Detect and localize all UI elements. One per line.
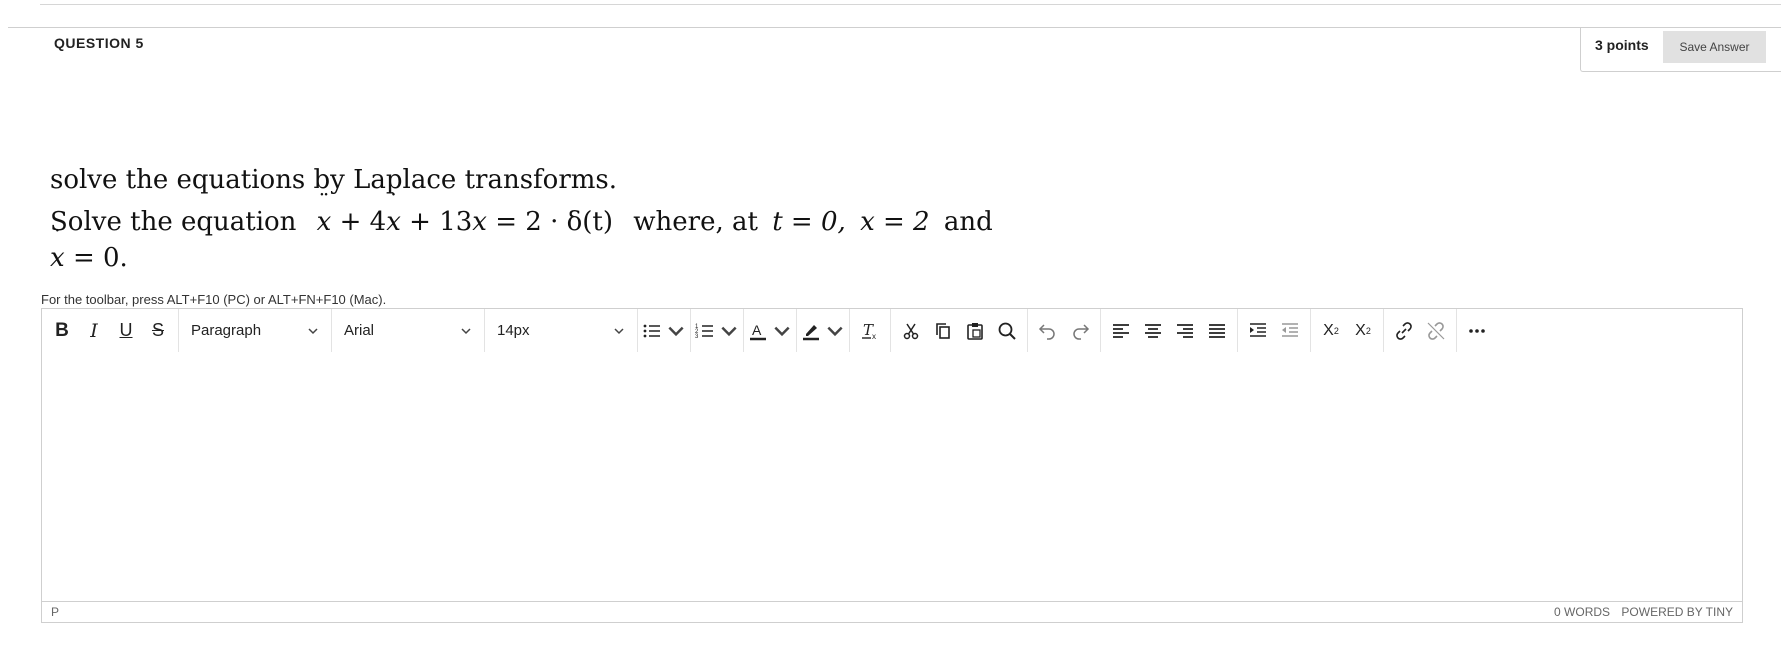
points-label: 3 points xyxy=(1595,37,1649,53)
highlight-icon[interactable] xyxy=(801,315,845,347)
and-text: and xyxy=(943,207,993,237)
prompt-line-2-text: Solve the equation xyxy=(50,207,297,237)
link-group xyxy=(1384,309,1457,352)
bold-icon[interactable]: B xyxy=(46,315,78,347)
eq-part-1: + 4 xyxy=(339,207,387,237)
block-format-value: Paragraph xyxy=(191,322,262,339)
superscript-icon[interactable]: X2 xyxy=(1315,315,1347,347)
strikethrough-icon[interactable]: S xyxy=(142,315,174,347)
align-left-icon[interactable] xyxy=(1105,315,1137,347)
chevron-down-icon xyxy=(827,326,843,336)
cut-icon[interactable] xyxy=(895,315,927,347)
top-divider xyxy=(40,4,1781,5)
editor-statusbar: P 0 WORDS POWERED BY TINY xyxy=(42,601,1742,622)
editor-content-area[interactable] xyxy=(42,352,1742,602)
chevron-down-icon xyxy=(721,326,737,336)
align-group xyxy=(1101,309,1238,352)
word-count[interactable]: 0 WORDS xyxy=(1554,605,1610,619)
statusbar-right: 0 WORDS POWERED BY TINY xyxy=(1554,605,1733,619)
prompt-line-1: solve the equations by Laplace transform… xyxy=(50,165,618,195)
element-path[interactable]: P xyxy=(51,605,59,619)
eq-rhs: = 2 · δ(t) xyxy=(495,207,613,237)
svg-text:3: 3 xyxy=(695,334,699,340)
prompt-line-3: ˙ x = 0. xyxy=(50,227,128,274)
numbered-list-icon[interactable]: 123 xyxy=(695,315,739,347)
condition-t: t = 0, xyxy=(772,207,846,237)
font-family-value: Arial xyxy=(344,322,375,339)
more-group xyxy=(1457,309,1497,352)
unlink-icon[interactable] xyxy=(1420,315,1452,347)
underline-icon[interactable]: U xyxy=(110,315,142,347)
outdent-icon[interactable] xyxy=(1274,315,1306,347)
question-divider xyxy=(8,27,1781,28)
redo-icon[interactable] xyxy=(1064,315,1096,347)
align-right-icon[interactable] xyxy=(1169,315,1201,347)
powered-by-link[interactable]: POWERED BY TINY xyxy=(1621,605,1733,619)
where-text: where, at xyxy=(633,207,758,237)
x-double-dot: ¨ x xyxy=(316,191,332,238)
svg-text:x: x xyxy=(872,332,876,341)
indent-icon[interactable] xyxy=(1242,315,1274,347)
x-dot: ˙ x xyxy=(386,191,401,238)
points-box: 3 points Save Answer xyxy=(1580,27,1781,72)
indent-group xyxy=(1238,309,1311,352)
editor-toolbar: B I U S Paragraph Arial 14px 123 A T x X… xyxy=(42,309,1742,352)
more-icon[interactable] xyxy=(1461,315,1493,347)
x-var: x xyxy=(472,207,487,237)
svg-text:A: A xyxy=(752,322,762,338)
history-group xyxy=(1028,309,1101,352)
chevron-down-icon xyxy=(614,327,624,334)
align-center-icon[interactable] xyxy=(1137,315,1169,347)
font-size-value: 14px xyxy=(497,322,530,339)
justify-icon[interactable] xyxy=(1201,315,1233,347)
prompt-line-3-text: = 0. xyxy=(72,243,128,273)
italic-icon[interactable]: I xyxy=(78,315,110,347)
subscript-icon[interactable]: X2 xyxy=(1347,315,1379,347)
list-group-numbered: 123 xyxy=(691,309,744,352)
condition-x: x = 2 xyxy=(860,207,930,237)
text-color-icon[interactable]: A xyxy=(748,315,792,347)
font-family-select[interactable]: Arial xyxy=(332,309,485,352)
link-icon[interactable] xyxy=(1388,315,1420,347)
font-size-select[interactable]: 14px xyxy=(485,309,638,352)
list-group-bullet xyxy=(638,309,691,352)
chevron-down-icon xyxy=(308,327,318,334)
clear-format-icon[interactable]: Tx xyxy=(854,315,886,347)
highlight-group xyxy=(797,309,850,352)
prompt-line-2: Solve the equation ¨ x + 4 ˙ x + 13x = 2 · … xyxy=(50,191,993,238)
block-format-select[interactable]: Paragraph xyxy=(179,309,332,352)
chevron-down-icon xyxy=(461,327,471,334)
search-icon[interactable] xyxy=(991,315,1023,347)
save-answer-button[interactable]: Save Answer xyxy=(1663,31,1766,63)
toolbar-hint: For the toolbar, press ALT+F10 (PC) or A… xyxy=(41,292,387,307)
script-group: X2 X2 xyxy=(1311,309,1384,352)
chevron-down-icon xyxy=(774,326,790,336)
rich-text-editor: B I U S Paragraph Arial 14px 123 A T x X… xyxy=(41,308,1743,623)
paste-icon[interactable] xyxy=(959,315,991,347)
bullet-list-icon[interactable] xyxy=(642,315,686,347)
x-dot-initial: ˙ x xyxy=(50,227,65,274)
format-group: B I U S xyxy=(42,309,179,352)
eq-part-2: + 13 xyxy=(409,207,473,237)
clipboard-group xyxy=(891,309,1028,352)
copy-icon[interactable] xyxy=(927,315,959,347)
text-color-group: A xyxy=(744,309,797,352)
clear-format-group: Tx xyxy=(850,309,891,352)
undo-icon[interactable] xyxy=(1032,315,1064,347)
question-title: QUESTION 5 xyxy=(54,35,144,51)
chevron-down-icon xyxy=(668,326,684,336)
